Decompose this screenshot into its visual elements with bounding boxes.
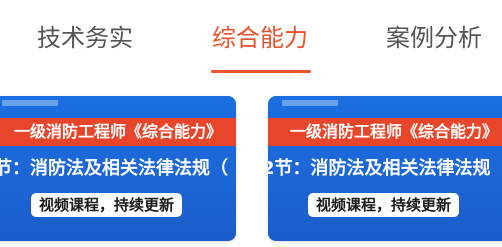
- course-banner-title: 一级消防工程师《综合能力》: [14, 122, 223, 141]
- course-banner: 一级消防工程师《综合能力》: [0, 118, 236, 146]
- course-card[interactable]: 一级消防工程师《综合能力》 节：消防法及相关法律法规（ 视频课程，持续更新: [0, 96, 236, 241]
- category-tabs: 技术务实 综合能力 案例分析: [0, 0, 502, 74]
- active-tab-indicator: [211, 70, 311, 73]
- course-badge: 视频课程，持续更新: [308, 193, 460, 217]
- tab-comprehensive-ability[interactable]: 综合能力: [212, 16, 308, 60]
- course-list-page: 技术务实 综合能力 案例分析 一级消防工程师《综合能力》 节：消防法及相关法律法…: [0, 0, 502, 247]
- course-badge: 视频课程，持续更新: [31, 193, 183, 217]
- card-watermark: [2, 100, 58, 106]
- card-watermark: [282, 100, 338, 106]
- course-banner-title: 一级消防工程师《综合能力》: [290, 122, 499, 141]
- course-card[interactable]: 一级消防工程师《综合能力》 2节：消防法及相关法律法规 视频课程，持续更新: [268, 96, 502, 241]
- tab-case-analysis[interactable]: 案例分析: [386, 16, 482, 60]
- course-banner: 一级消防工程师《综合能力》: [268, 118, 502, 146]
- course-chapter-title: 2节：消防法及相关法律法规: [268, 158, 491, 179]
- tab-technical-practice[interactable]: 技术务实: [37, 16, 133, 60]
- course-chapter-title: 节：消防法及相关法律法规（: [0, 158, 228, 179]
